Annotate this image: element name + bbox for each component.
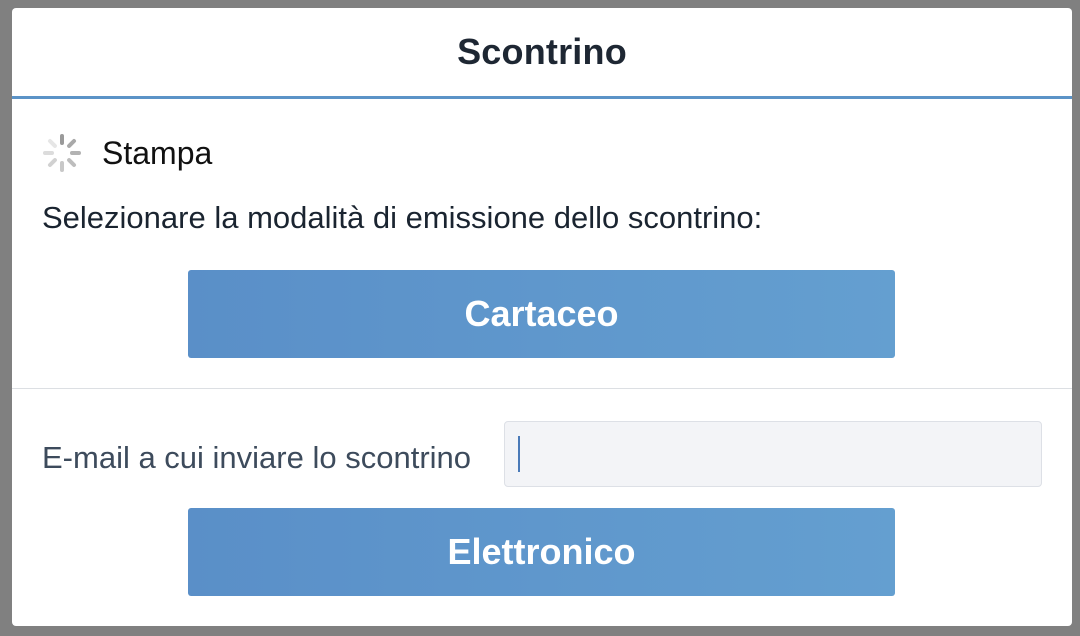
- status-label: Stampa: [102, 134, 213, 171]
- spinner-icon: [42, 133, 82, 173]
- receipt-dialog: Scontrino Stampa Selezionare la modalità…: [12, 8, 1072, 626]
- email-input[interactable]: [504, 421, 1042, 487]
- electronic-receipt-button[interactable]: Elettronico: [188, 508, 895, 596]
- paper-receipt-button[interactable]: Cartaceo: [188, 270, 895, 358]
- receipt-mode-prompt: Selezionare la modalità di emissione del…: [42, 200, 763, 235]
- dialog-header: Scontrino: [12, 8, 1072, 99]
- section-divider: [12, 388, 1072, 389]
- email-label: E-mail a cui inviare lo scontrino: [42, 440, 472, 475]
- dialog-title: Scontrino: [457, 31, 627, 72]
- text-caret: [518, 436, 520, 472]
- print-status: Stampa: [42, 132, 212, 174]
